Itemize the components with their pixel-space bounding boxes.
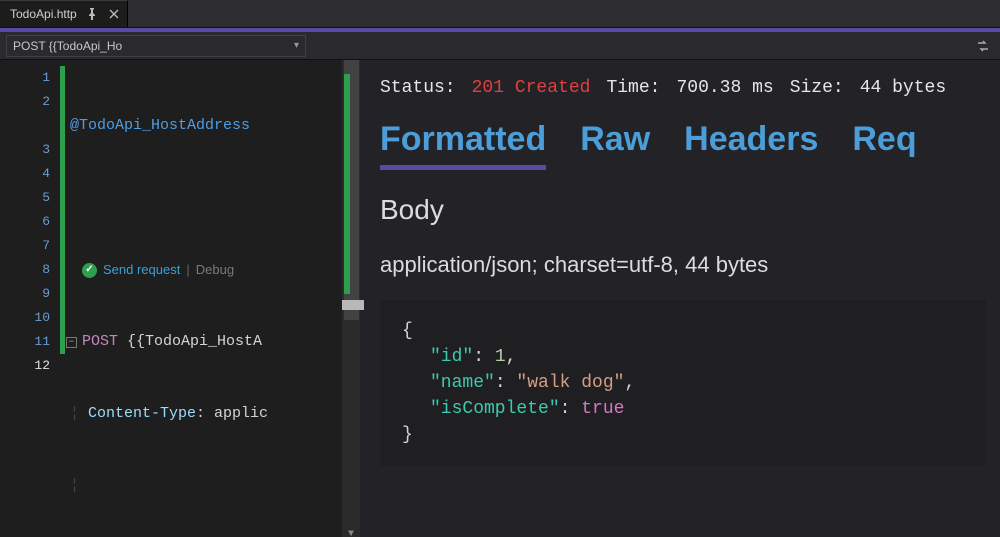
status-value: 201 Created [472,78,591,98]
main-split: 1 2 3 4 5 6 7 8 9 10 11 12 @TodoApi_Host… [0,60,1000,537]
dropdown-text: POST {{TodoApi_Ho [13,39,122,53]
code-editor[interactable]: 1 2 3 4 5 6 7 8 9 10 11 12 @TodoApi_Host… [0,60,360,537]
line-number: 9 [0,282,50,306]
fold-toggle-icon[interactable]: − [66,337,77,348]
json-key: "name" [430,373,495,393]
scroll-down-icon[interactable]: ▼ [342,523,360,537]
status-label: Status: [380,78,456,98]
line-number-gutter: 1 2 3 4 5 6 7 8 9 10 11 12 [0,60,60,537]
size-label: Size: [790,78,844,98]
document-tab[interactable]: TodoApi.http [0,0,128,27]
pipe: | [186,258,189,282]
header-name-token: Content-Type [88,402,196,426]
line-number: 2 [0,90,50,114]
body-meta: application/json; charset=utf-8, 44 byte… [380,252,986,278]
send-request-link[interactable]: Send request [103,258,180,282]
request-selector-dropdown[interactable]: POST {{TodoApi_Ho ▾ [6,35,306,57]
swap-panes-icon[interactable] [972,35,994,57]
json-number: 1 [495,347,506,367]
code-line: @TodoApi_HostAddress [70,114,360,138]
json-bool: true [581,399,624,419]
brace: } [402,425,413,445]
line-number: 8 [0,258,50,282]
time-label: Time: [606,78,660,98]
line-number: 7 [0,234,50,258]
url-token: {{TodoApi_HostA [118,330,262,354]
json-string: "walk dog" [516,373,624,393]
close-icon[interactable] [107,7,121,21]
code-line: − POST {{TodoApi_HostA [70,330,360,354]
code-line: ¦ Content-Type : applic [70,402,360,426]
tab-request[interactable]: Req [852,120,916,170]
size-value: 44 bytes [860,78,946,98]
tab-formatted[interactable]: Formatted [380,120,546,170]
variable-token: @TodoApi_HostAddress [70,114,250,138]
response-body-json: { "id": 1, "name": "walk dog", "isComple… [380,300,986,466]
line-number: 11 [0,330,50,354]
line-number: 4 [0,162,50,186]
brace: { [402,321,413,341]
method-token: POST [82,330,118,354]
debug-link[interactable]: Debug [196,258,234,282]
body-heading: Body [380,194,986,226]
status-line: Status: 201 Created Time: 700.38 ms Size… [380,78,986,98]
code-lines: @TodoApi_HostAddress ✓ Send request | De… [70,66,360,537]
check-circle-icon: ✓ [82,263,97,278]
code-area[interactable]: @TodoApi_HostAddress ✓ Send request | De… [60,60,360,537]
json-key: "id" [430,347,473,367]
json-key: "isComplete" [430,399,560,419]
response-pane: Status: 201 Created Time: 700.38 ms Size… [360,60,1000,537]
time-value: 700.38 ms [676,78,773,98]
splitter-handle[interactable] [342,300,364,310]
pin-icon[interactable] [85,7,99,21]
response-tabs: Formatted Raw Headers Req [380,120,986,170]
line-number: 10 [0,306,50,330]
tab-bar: TodoApi.http [0,0,1000,28]
header-value-token: : applic [196,402,268,426]
line-number: 5 [0,186,50,210]
document-toolbar: POST {{TodoApi_Ho ▾ [0,32,1000,60]
line-number: 1 [0,66,50,90]
tab-raw[interactable]: Raw [580,120,650,170]
line-number: 3 [0,138,50,162]
change-marker [344,74,350,294]
tab-headers[interactable]: Headers [684,120,818,170]
editor-scrollbar[interactable]: ▲ ▼ [342,60,360,537]
line-number [0,114,50,138]
line-number: 6 [0,210,50,234]
chevron-down-icon: ▾ [294,40,299,51]
app-root: TodoApi.http POST {{TodoApi_Ho ▾ 1 2 [0,0,1000,537]
tab-title: TodoApi.http [10,7,77,21]
code-line: ¦ [70,474,360,498]
change-indicator [60,66,65,354]
line-number: 12 [0,354,50,378]
code-line [70,186,360,210]
code-lens: ✓ Send request | Debug [70,258,360,282]
